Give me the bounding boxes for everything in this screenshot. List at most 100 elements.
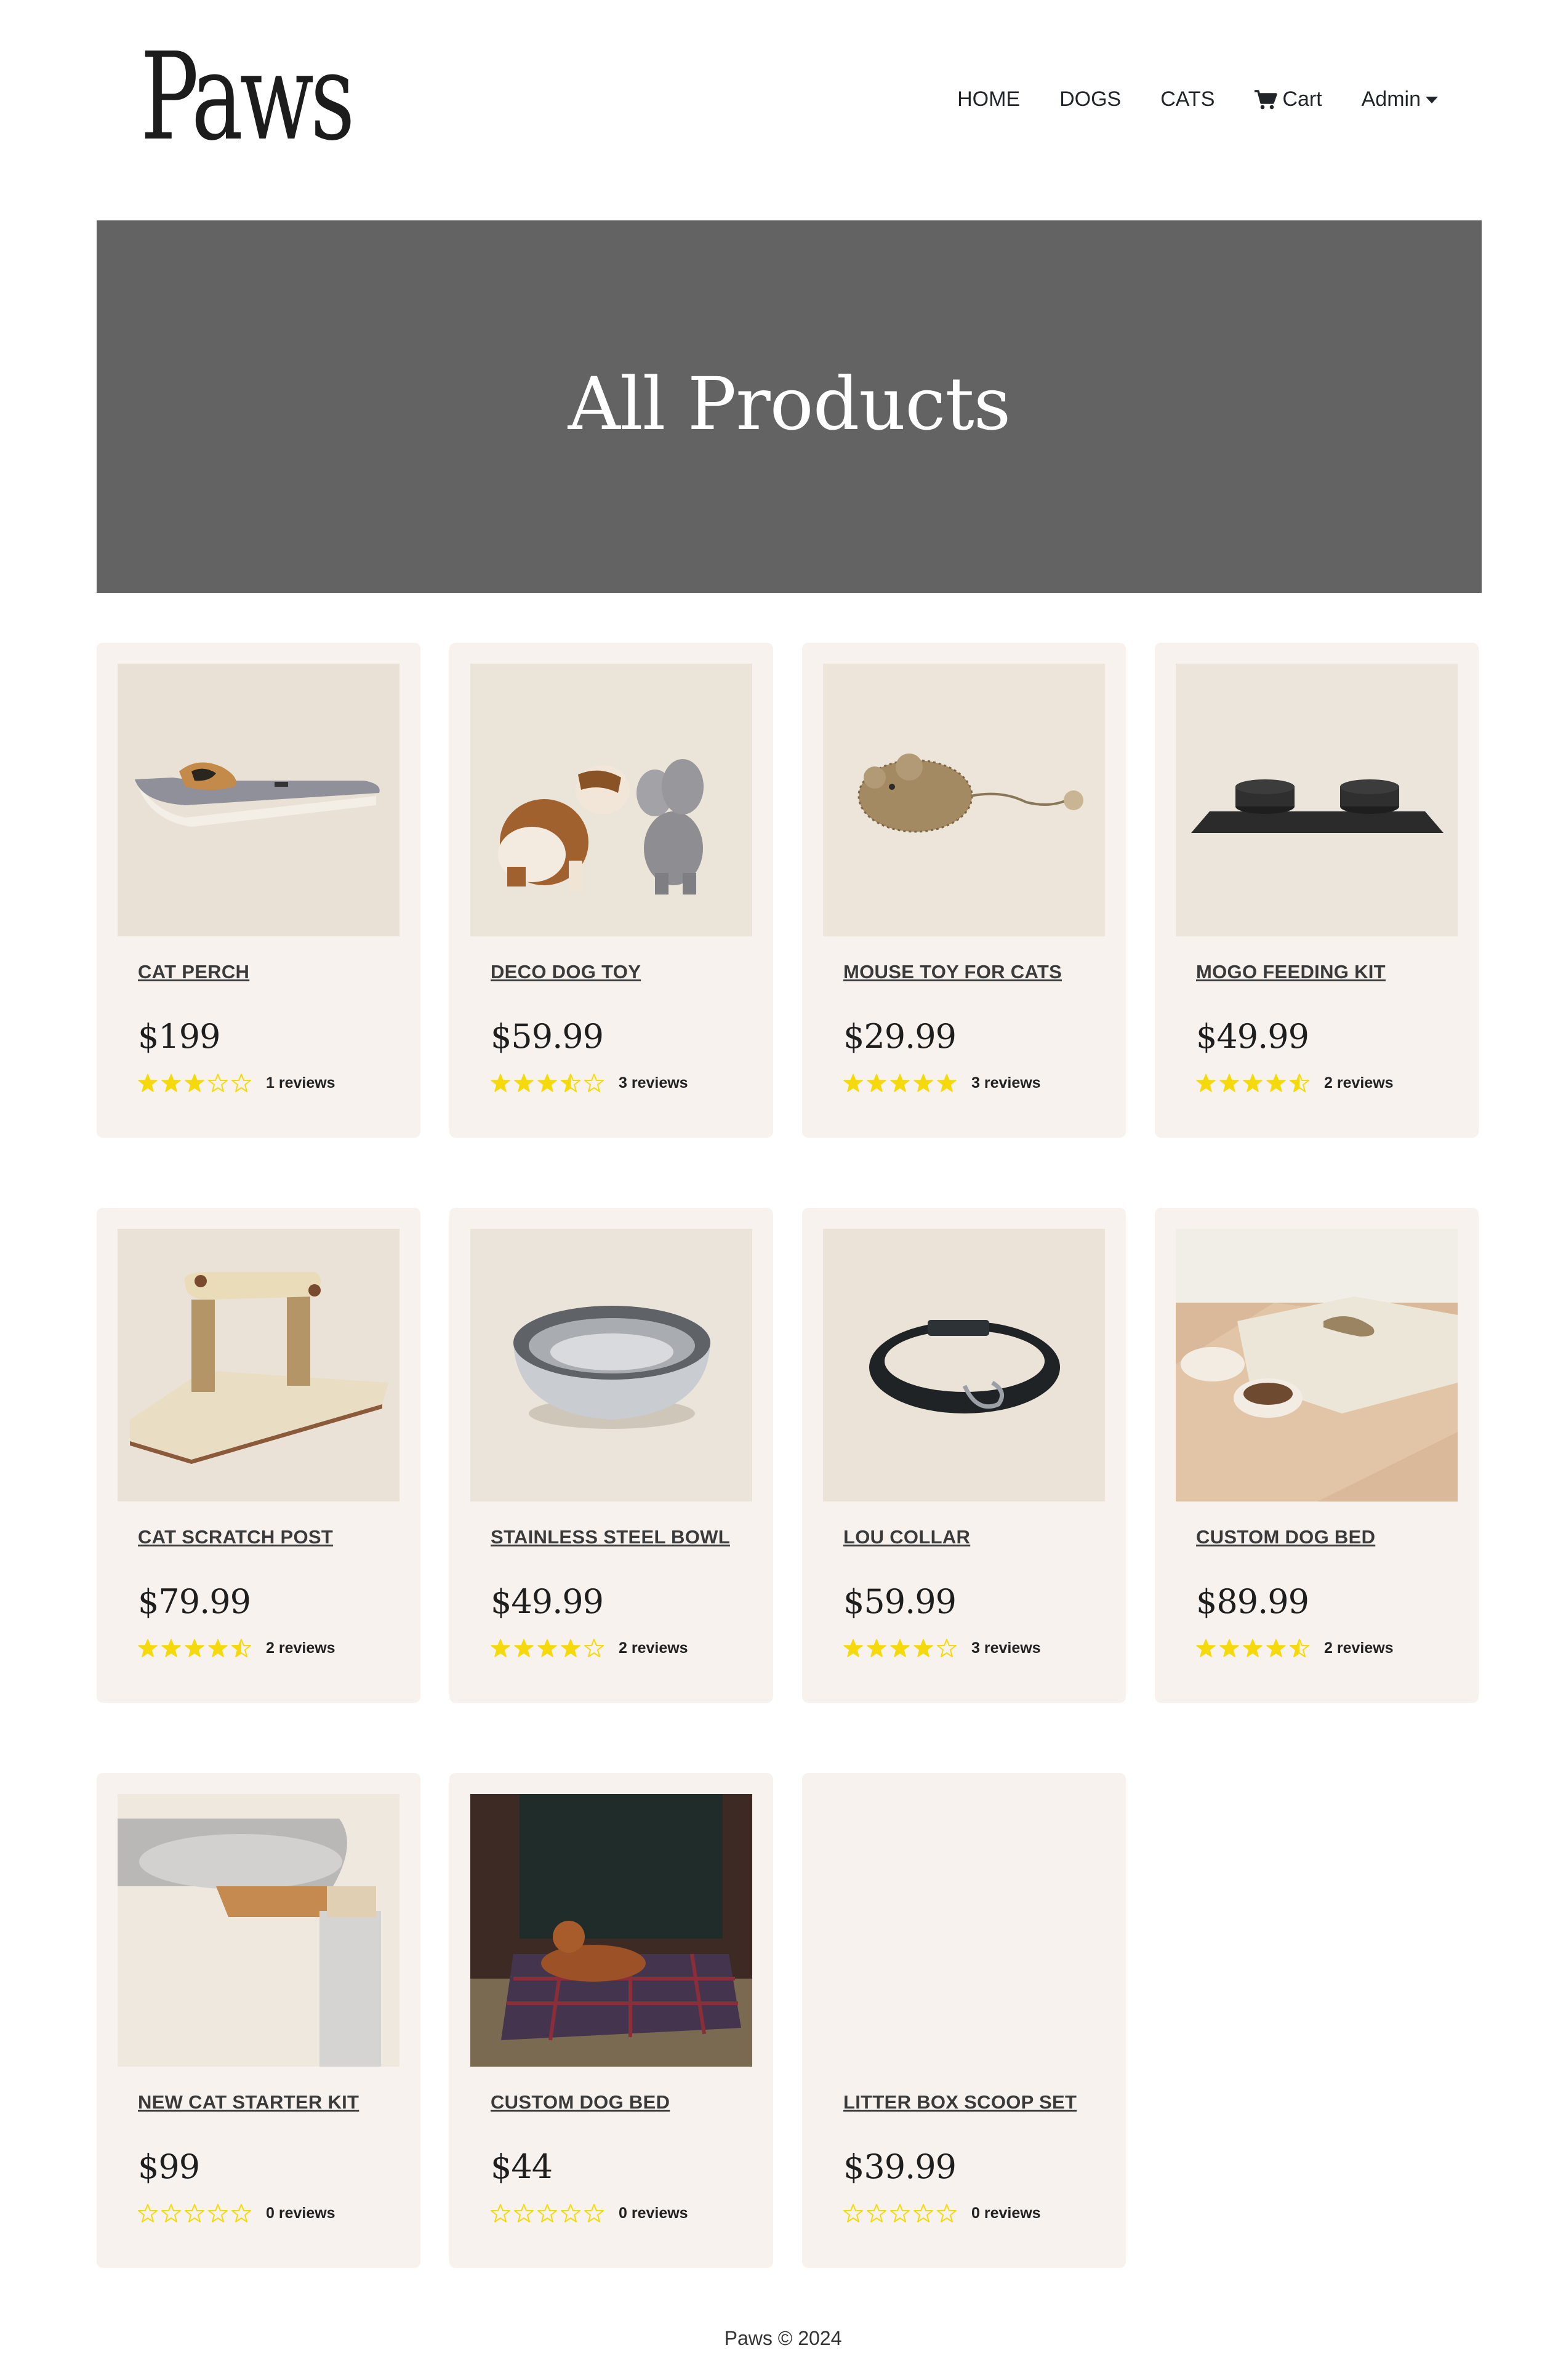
product-image[interactable] <box>823 1229 1105 1502</box>
star-full-icon <box>561 1639 580 1657</box>
rating-stars <box>138 1073 251 1093</box>
review-count: 2 reviews <box>1324 1639 1394 1657</box>
product-card[interactable]: CUSTOM DOG BED $44 0 reviews <box>449 1773 773 2268</box>
product-card[interactable]: CUSTOM DOG BED $89.99 2 reviews <box>1155 1208 1479 1703</box>
star-full-icon <box>138 1074 158 1092</box>
main-nav: HOME DOGS CATS Cart Admin <box>918 87 1438 111</box>
product-price: $29.99 <box>843 1017 957 1056</box>
brand-logo[interactable]: Paws <box>140 37 355 158</box>
star-full-icon <box>890 1639 910 1657</box>
rating-stars <box>491 1638 604 1658</box>
nav-cats-link[interactable]: CATS <box>1160 87 1215 111</box>
product-image[interactable] <box>470 1229 752 1502</box>
nav-dogs-link[interactable]: DOGS <box>1059 87 1121 111</box>
product-card[interactable]: MOUSE TOY FOR CATS $29.99 3 reviews <box>802 643 1126 1138</box>
star-full-icon <box>1266 1639 1286 1657</box>
star-half-icon <box>231 1639 251 1657</box>
product-card[interactable]: MOGO FEEDING KIT $49.99 2 reviews <box>1155 643 1479 1138</box>
product-name-link[interactable]: MOGO FEEDING KIT <box>1196 961 1386 983</box>
review-count: 3 reviews <box>971 1074 1041 1092</box>
star-full-icon <box>843 1639 863 1657</box>
rating-stars <box>843 2203 957 2223</box>
product-name-link[interactable]: STAINLESS STEEL BOWL <box>491 1526 730 1548</box>
nav-home-link[interactable]: HOME <box>957 87 1020 111</box>
star-full-icon <box>890 1074 910 1092</box>
rating-stars <box>138 1638 251 1658</box>
product-image[interactable] <box>118 664 400 936</box>
star-empty-icon <box>937 2204 957 2222</box>
nav-admin-dropdown[interactable]: Admin <box>1362 87 1438 111</box>
product-name-link[interactable]: MOUSE TOY FOR CATS <box>843 961 1062 983</box>
review-count: 0 reviews <box>619 2204 688 2222</box>
product-card[interactable]: CAT PERCH $199 1 reviews <box>97 643 420 1138</box>
star-empty-icon <box>231 2204 251 2222</box>
product-name-link[interactable]: LITTER BOX SCOOP SET <box>843 2091 1077 2113</box>
product-rating: 1 reviews <box>138 1073 335 1093</box>
star-full-icon <box>491 1074 510 1092</box>
star-half-icon <box>1290 1074 1309 1092</box>
product-image[interactable] <box>118 1229 400 1502</box>
star-full-icon <box>867 1074 886 1092</box>
star-half-icon <box>1290 1639 1309 1657</box>
product-name-link[interactable]: CUSTOM DOG BED <box>491 2091 670 2113</box>
star-full-icon <box>537 1639 557 1657</box>
product-name-link[interactable]: NEW CAT STARTER KIT <box>138 2091 359 2113</box>
star-full-icon <box>1243 1639 1263 1657</box>
star-full-icon <box>1196 1639 1216 1657</box>
star-full-icon <box>161 1074 181 1092</box>
product-price: $44 <box>491 2147 553 2186</box>
product-name-link[interactable]: CAT PERCH <box>138 961 249 983</box>
star-full-icon <box>1243 1074 1263 1092</box>
caret-down-icon <box>1426 97 1438 103</box>
star-empty-icon <box>514 2204 534 2222</box>
star-full-icon <box>914 1639 933 1657</box>
star-empty-icon <box>208 2204 228 2222</box>
product-rating: 3 reviews <box>843 1638 1041 1658</box>
star-empty-icon <box>890 2204 910 2222</box>
footer: Paws © 2024 <box>724 2327 842 2349</box>
star-full-icon <box>937 1074 957 1092</box>
review-count: 2 reviews <box>266 1639 335 1657</box>
product-rating: 3 reviews <box>491 1073 688 1093</box>
product-price: $59.99 <box>491 1017 604 1056</box>
rating-stars <box>843 1073 957 1093</box>
star-full-icon <box>1219 1639 1239 1657</box>
star-full-icon <box>208 1639 228 1657</box>
product-image[interactable] <box>470 664 752 936</box>
product-name-link[interactable]: LOU COLLAR <box>843 1526 970 1548</box>
star-half-icon <box>561 1074 580 1092</box>
product-card[interactable]: STAINLESS STEEL BOWL $49.99 2 reviews <box>449 1208 773 1703</box>
star-full-icon <box>537 1074 557 1092</box>
product-card[interactable]: LOU COLLAR $59.99 3 reviews <box>802 1208 1126 1703</box>
product-rating: 0 reviews <box>491 2203 688 2223</box>
product-image[interactable] <box>823 664 1105 936</box>
star-empty-icon <box>937 1639 957 1657</box>
product-name-link[interactable]: CUSTOM DOG BED <box>1196 1526 1375 1548</box>
product-image[interactable] <box>118 1794 400 2067</box>
nav-cart-link[interactable]: Cart <box>1254 87 1322 111</box>
star-full-icon <box>185 1074 204 1092</box>
rating-stars <box>1196 1638 1309 1658</box>
hero-banner: All Products <box>97 220 1482 593</box>
product-image[interactable] <box>1176 664 1458 936</box>
star-full-icon <box>138 1639 158 1657</box>
product-rating: 2 reviews <box>1196 1638 1394 1658</box>
star-empty-icon <box>491 2204 510 2222</box>
product-name-link[interactable]: DECO DOG TOY <box>491 961 641 983</box>
review-count: 2 reviews <box>619 1639 688 1657</box>
product-image[interactable] <box>470 1794 752 2067</box>
product-card[interactable]: CAT SCRATCH POST $79.99 2 reviews <box>97 1208 420 1703</box>
product-name-link[interactable]: CAT SCRATCH POST <box>138 1526 333 1548</box>
review-count: 3 reviews <box>619 1074 688 1092</box>
product-card[interactable]: LITTER BOX SCOOP SET $39.99 0 reviews <box>802 1773 1126 2268</box>
rating-stars <box>491 2203 604 2223</box>
rating-stars <box>843 1638 957 1658</box>
product-card[interactable]: NEW CAT STARTER KIT $99 0 reviews <box>97 1773 420 2268</box>
star-full-icon <box>161 1639 181 1657</box>
product-rating: 0 reviews <box>138 2203 335 2223</box>
star-full-icon <box>491 1639 510 1657</box>
product-card[interactable]: DECO DOG TOY $59.99 3 reviews <box>449 643 773 1138</box>
star-full-icon <box>1196 1074 1216 1092</box>
star-empty-icon <box>843 2204 863 2222</box>
product-image[interactable] <box>1176 1229 1458 1502</box>
